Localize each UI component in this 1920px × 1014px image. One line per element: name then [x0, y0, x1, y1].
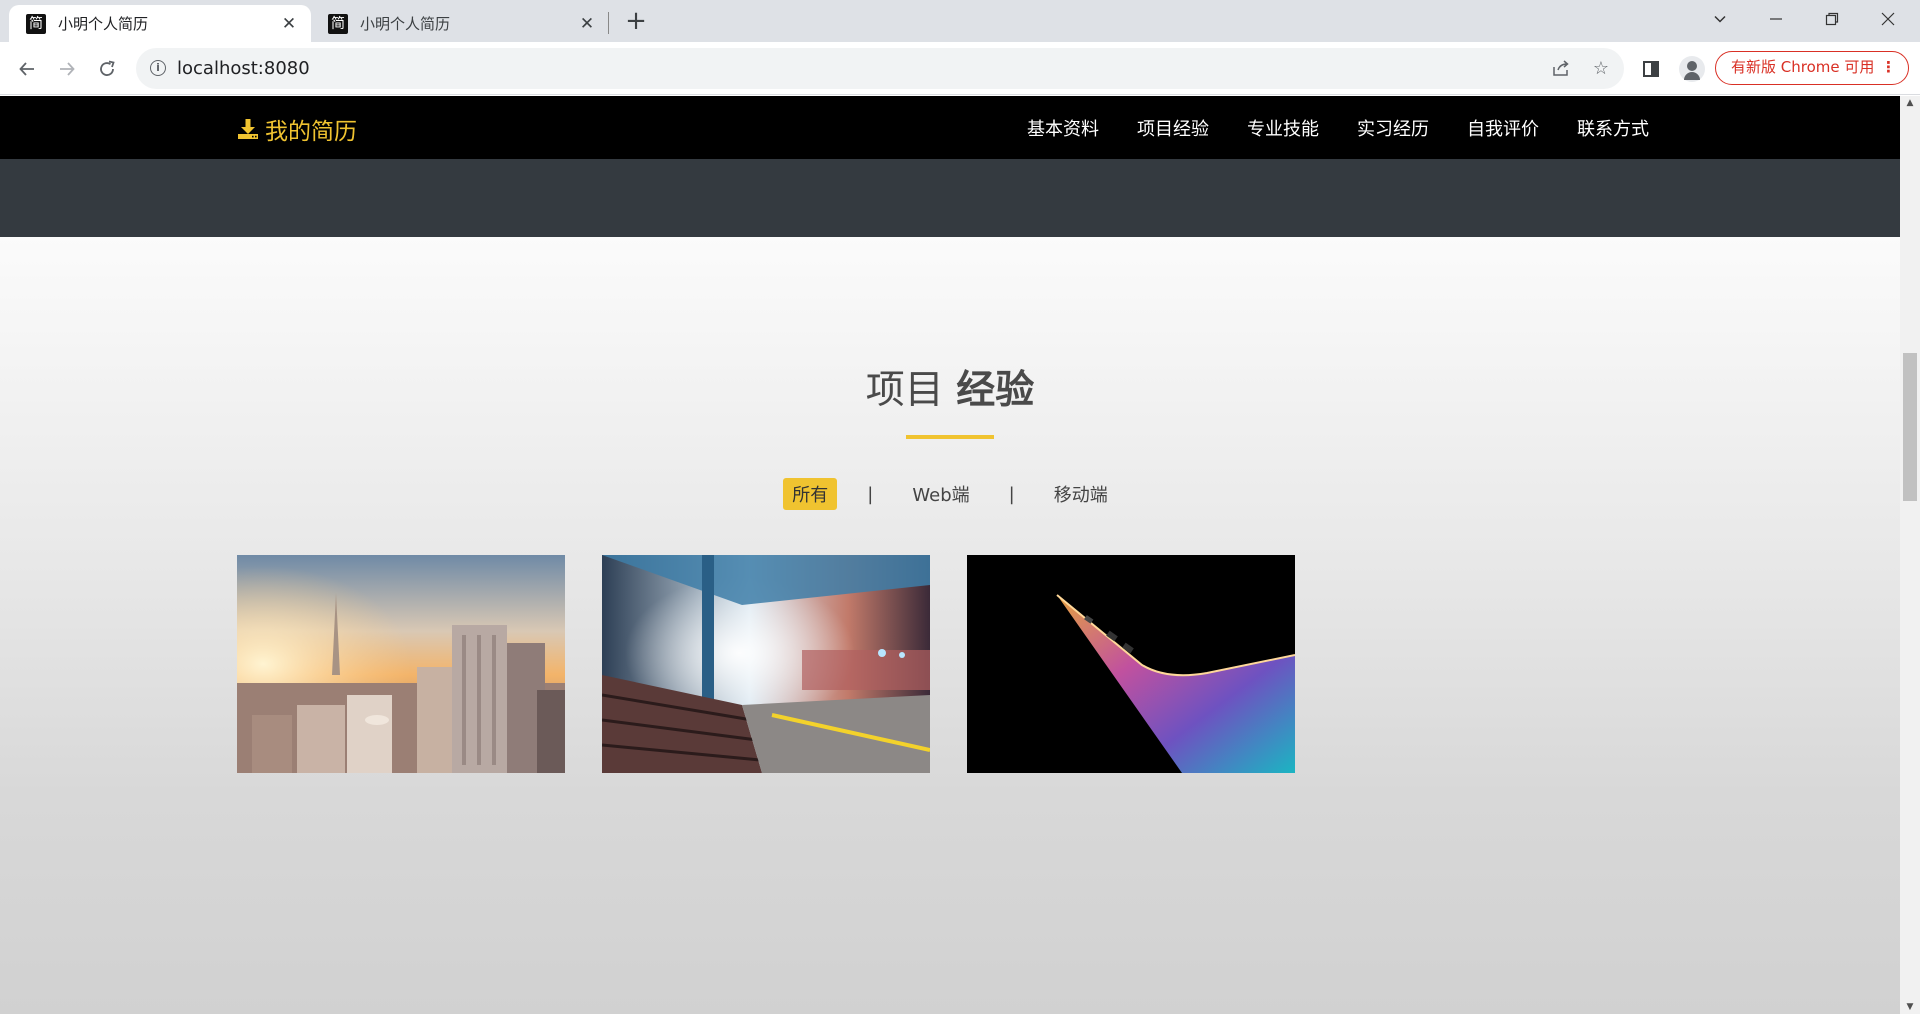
scroll-down-icon[interactable]: ▼: [1900, 1002, 1920, 1012]
browser-tab-active[interactable]: 简 小明个人简历 ✕: [9, 5, 311, 42]
restore-icon[interactable]: [1804, 0, 1860, 38]
section-title-light: 项目: [865, 368, 944, 413]
new-tab-icon[interactable]: +: [622, 8, 650, 36]
laptop-image[interactable]: [967, 555, 1295, 773]
page-scrollbar[interactable]: ▲ ▼: [1900, 96, 1920, 1014]
tab-favicon-icon: 简: [328, 13, 348, 34]
chrome-update-button[interactable]: 有新版 Chrome 可用 ⋮: [1715, 51, 1909, 85]
site-brand-link[interactable]: 我的简历: [237, 112, 357, 146]
browser-tab-strip: 简 小明个人简历 ✕ 简 小明个人简历 ✕ +: [0, 0, 1920, 42]
tab-favicon-icon: 简: [26, 13, 46, 34]
filter-web[interactable]: Web端: [903, 478, 978, 510]
nav-contact[interactable]: 联系方式: [1577, 115, 1649, 141]
reload-icon[interactable]: [92, 54, 122, 84]
share-icon[interactable]: [1549, 57, 1573, 81]
close-window-icon[interactable]: [1860, 0, 1916, 38]
nav-basic-info[interactable]: 基本资料: [1027, 115, 1099, 141]
title-underline: [906, 435, 994, 439]
forward-icon[interactable]: [52, 54, 82, 84]
close-tab-icon[interactable]: ✕: [574, 11, 600, 37]
site-navbar: 我的简历 基本资料 项目经验 专业技能 实习经历 自我评价 联系方式: [0, 96, 1900, 159]
city-skyline-image[interactable]: [237, 555, 565, 773]
page-viewport: 我的简历 基本资料 项目经验 专业技能 实习经历 自我评价 联系方式 项目 经验…: [0, 96, 1900, 1014]
profile-avatar-icon[interactable]: [1679, 56, 1705, 82]
filter-separator: |: [867, 483, 874, 505]
more-menu-icon[interactable]: ⋮: [1881, 52, 1896, 83]
hero-banner: [0, 159, 1900, 237]
bookmark-star-icon[interactable]: ☆: [1589, 57, 1613, 81]
site-menu: 基本资料 项目经验 专业技能 实习经历 自我评价 联系方式: [989, 96, 1649, 159]
download-icon: [237, 118, 259, 140]
section-title-bold: 经验: [956, 368, 1035, 413]
nav-projects[interactable]: 项目经验: [1137, 115, 1209, 141]
url-text[interactable]: localhost:8080: [177, 58, 310, 79]
nav-self-evaluation[interactable]: 自我评价: [1467, 115, 1539, 141]
tab-divider: [608, 12, 609, 34]
site-info-icon[interactable]: i: [150, 60, 166, 76]
scroll-up-icon[interactable]: ▲: [1900, 98, 1920, 108]
train-station-image[interactable]: [602, 555, 930, 773]
project-filter-bar: 所有 | Web端 | 移动端: [0, 478, 1900, 510]
nav-internship[interactable]: 实习经历: [1357, 115, 1429, 141]
tab-title: 小明个人简历: [58, 15, 149, 33]
close-tab-icon[interactable]: ✕: [276, 11, 302, 37]
address-bar[interactable]: i localhost:8080 ☆: [136, 48, 1624, 89]
filter-all[interactable]: 所有: [783, 478, 838, 510]
filter-mobile[interactable]: 移动端: [1045, 478, 1117, 510]
browser-tab[interactable]: 简 小明个人简历 ✕: [311, 5, 609, 42]
filter-separator: |: [1008, 483, 1015, 505]
nav-skills[interactable]: 专业技能: [1247, 115, 1319, 141]
section-title: 项目 经验: [0, 359, 1900, 415]
minimize-icon[interactable]: [1748, 0, 1804, 38]
brand-label: 我的简历: [265, 119, 357, 145]
update-label: 有新版 Chrome 可用: [1731, 58, 1875, 76]
side-panel-icon[interactable]: [1637, 55, 1665, 83]
browser-toolbar: i localhost:8080 ☆ 有新版 Chrome 可用 ⋮: [0, 42, 1920, 95]
scrollbar-thumb[interactable]: [1903, 353, 1917, 501]
tab-search-chevron-icon[interactable]: [1692, 0, 1748, 38]
back-icon[interactable]: [12, 54, 42, 84]
tab-title: 小明个人简历: [360, 15, 451, 33]
